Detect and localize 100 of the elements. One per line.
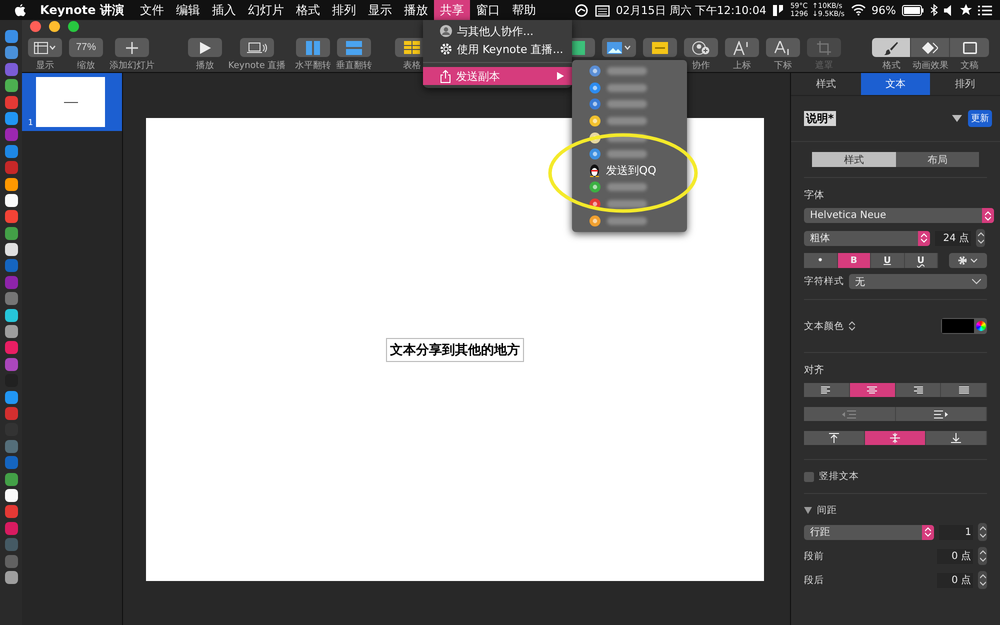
view-button[interactable] <box>28 38 62 57</box>
dot-style-button[interactable]: • <box>804 253 838 268</box>
apple-icon[interactable] <box>15 4 26 16</box>
line-spacing-field[interactable]: 1 <box>938 524 974 540</box>
close-button[interactable] <box>30 21 41 32</box>
updown-icon[interactable] <box>849 321 855 331</box>
font-size-field[interactable]: 24 点 <box>935 230 971 246</box>
add-button[interactable] <box>115 38 149 57</box>
stepper[interactable] <box>976 229 985 247</box>
space-after-field[interactable]: 0 点 <box>937 572 973 588</box>
menu-item[interactable]: 插入 <box>206 0 242 20</box>
menu-item[interactable]: 与其他人协作... <box>423 22 572 40</box>
flip-v-button[interactable] <box>337 38 371 57</box>
align-left-button[interactable] <box>804 383 850 397</box>
menu-item[interactable]: 排列 <box>326 0 362 20</box>
media-button[interactable] <box>602 38 636 57</box>
menu-item[interactable]: 格式 <box>290 0 326 20</box>
wifi-icon[interactable] <box>850 4 866 16</box>
align-middle-button[interactable] <box>865 431 926 445</box>
align-justify-button[interactable] <box>941 383 987 397</box>
superscript-button[interactable] <box>725 38 759 57</box>
calendar-icon[interactable] <box>594 4 610 16</box>
checkbox[interactable] <box>804 472 814 482</box>
collaborate-button[interactable] <box>684 38 718 57</box>
bold-style-button[interactable]: B <box>838 253 871 268</box>
settings-button[interactable] <box>949 253 987 268</box>
minimize-button[interactable] <box>49 21 60 32</box>
clock[interactable]: 02月15日 周六 下午12:10:04 <box>616 2 766 18</box>
menu-item[interactable]: 使用 Keynote 直播... <box>423 40 572 58</box>
animate-tab[interactable] <box>911 38 950 57</box>
disclosure-icon[interactable] <box>804 507 812 514</box>
bluetooth-icon[interactable] <box>930 4 938 16</box>
live-button[interactable] <box>240 38 274 57</box>
blurred-label <box>607 200 647 208</box>
toolbar-label: 显示 <box>36 60 54 72</box>
list-icon[interactable] <box>978 4 992 16</box>
menu-item[interactable]: 编辑 <box>170 0 206 20</box>
slide-thumbnail[interactable] <box>36 77 106 127</box>
table-icon <box>404 41 420 54</box>
inspector-tab[interactable]: 文本 <box>860 73 930 95</box>
weight-popup[interactable]: 粗体 <box>804 230 930 246</box>
menu-item[interactable]: 共享 <box>434 0 470 20</box>
battery-icon[interactable] <box>902 4 924 16</box>
underline-style-button[interactable]: U <box>871 253 904 268</box>
dropdown-icon[interactable] <box>952 115 962 122</box>
subscript-button[interactable] <box>766 38 800 57</box>
format-tab[interactable] <box>872 38 911 57</box>
app-icon[interactable] <box>4 488 18 502</box>
stepper[interactable] <box>978 571 987 589</box>
wavy-style-button[interactable]: U <box>904 253 938 268</box>
flip-h-button[interactable] <box>296 38 330 57</box>
toolbar-label: 格式 <box>882 60 902 72</box>
update-button[interactable]: 更新 <box>968 110 992 127</box>
menu-item[interactable]: 播放 <box>398 0 434 20</box>
font-popup[interactable]: Helvetica Neue <box>804 208 994 223</box>
toolbar-label: 添加幻灯片 <box>110 60 154 72</box>
color-well[interactable] <box>941 318 987 334</box>
character-style-popup[interactable]: 无 <box>849 274 987 289</box>
app-icon[interactable] <box>4 178 18 191</box>
blurred-label <box>607 216 647 225</box>
paragraph-style-name[interactable]: 说明* <box>804 111 836 126</box>
indent-button[interactable] <box>896 407 987 421</box>
section-tab[interactable]: 样式 <box>812 152 896 167</box>
space-before-field[interactable]: 0 点 <box>937 548 973 564</box>
play-button[interactable] <box>188 38 222 57</box>
menu-item[interactable]: 发送副本 <box>423 67 572 85</box>
zoom-button[interactable] <box>68 21 79 32</box>
align-right-button[interactable] <box>896 383 942 397</box>
app-icon[interactable] <box>4 243 18 256</box>
slide-text-box[interactable]: 文本分享到其他的地方 <box>386 338 524 362</box>
document-tab[interactable] <box>950 38 989 57</box>
section-label: 间距 <box>817 504 837 517</box>
menu-item[interactable]: 帮助 <box>506 0 542 20</box>
align-top-button[interactable] <box>804 431 865 445</box>
menu-item[interactable]: 发送到QQ <box>572 162 687 180</box>
section-tab[interactable]: 布局 <box>896 152 979 167</box>
star-icon[interactable] <box>960 4 972 16</box>
stepper[interactable] <box>978 547 987 565</box>
zoom-button[interactable]: 77% <box>69 38 103 57</box>
flip-icon <box>306 40 320 54</box>
align-center-button[interactable] <box>850 383 896 397</box>
comment-button[interactable] <box>643 38 677 57</box>
align-bottom-button[interactable] <box>926 431 987 445</box>
menu-item[interactable]: 幻灯片 <box>242 0 290 20</box>
app-icon[interactable] <box>4 308 18 322</box>
volume-icon[interactable] <box>944 4 954 16</box>
blurred-label <box>607 67 647 76</box>
menu-item[interactable]: 显示 <box>362 0 398 20</box>
person-icon <box>440 25 452 37</box>
slide-thumbnail-row[interactable]: 1 <box>22 73 122 131</box>
menu-item[interactable]: 文件 <box>134 0 170 20</box>
field-label: 段后 <box>804 574 824 586</box>
line-spacing-popup[interactable]: 行距 <box>804 524 934 540</box>
popup-arrows-icon <box>982 208 994 223</box>
menu-item[interactable]: 窗口 <box>470 0 506 20</box>
stepper[interactable] <box>978 523 988 541</box>
app-icon[interactable] <box>4 194 18 207</box>
app-name[interactable]: Keynote 讲演 <box>40 2 124 18</box>
status-icon[interactable] <box>574 4 589 16</box>
app-icon[interactable] <box>772 4 784 16</box>
